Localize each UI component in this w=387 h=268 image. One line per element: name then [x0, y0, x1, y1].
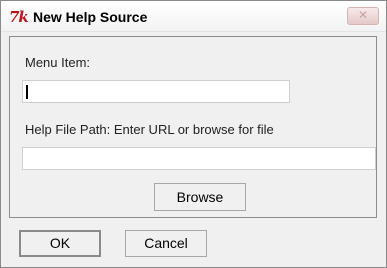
- browse-button[interactable]: Browse: [154, 183, 246, 211]
- title-bar[interactable]: 7k New Help Source ✕: [1, 1, 386, 32]
- help-file-path-input[interactable]: [22, 147, 376, 170]
- new-help-source-dialog: 7k New Help Source ✕ Menu Item: Help Fil…: [0, 0, 387, 268]
- form-panel: Menu Item: Help File Path: Enter URL or …: [9, 36, 377, 218]
- help-file-path-label: Help File Path: Enter URL or browse for …: [25, 122, 274, 137]
- tk-feather-icon: 7k: [9, 8, 29, 26]
- text-caret: [26, 85, 28, 99]
- menu-item-input[interactable]: [22, 80, 290, 103]
- ok-button[interactable]: OK: [19, 230, 101, 257]
- dialog-title: New Help Source: [33, 9, 148, 25]
- close-button[interactable]: ✕: [347, 7, 379, 25]
- cancel-button[interactable]: Cancel: [125, 230, 207, 257]
- close-icon: ✕: [357, 8, 369, 22]
- menu-item-label: Menu Item:: [25, 55, 91, 70]
